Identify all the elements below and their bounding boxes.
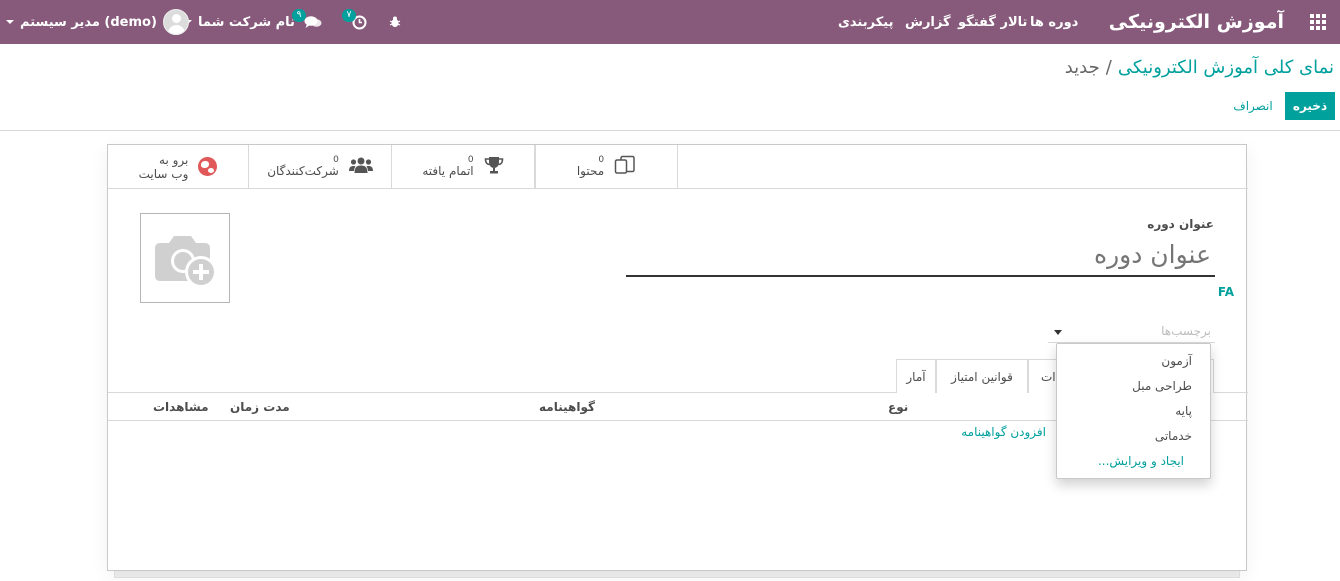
dropdown-create-and-edit[interactable]: ایجاد و ویرایش... (1055, 449, 1210, 474)
top-navbar: آموزش الکترونیکی دوره ها تالار گفتگو گزا… (0, 0, 1340, 44)
tab-karma-rules[interactable]: قوانین امتیاز (936, 359, 1028, 393)
discard-button[interactable]: انصراف (1226, 92, 1280, 120)
completed-stat-button[interactable]: 0 اتمام یافته (392, 145, 535, 188)
col-type[interactable]: نوع (888, 400, 908, 414)
tags-placeholder: برچسب‌ها (1161, 324, 1211, 338)
dropdown-item[interactable]: طراحی مبل (1055, 374, 1210, 399)
col-duration[interactable]: مدت زمان (230, 400, 290, 414)
add-certificate-link[interactable]: افزودن گواهینامه (961, 425, 1046, 439)
caret-down-icon (6, 20, 14, 24)
dropdown-item[interactable]: خدماتی (1055, 424, 1210, 449)
sheet-shadow (114, 571, 1240, 578)
website-label-line2: وب سایت (138, 166, 189, 181)
user-name: مدیر سیستم (demo) (20, 14, 157, 30)
menu-reporting[interactable]: گزارش (905, 0, 951, 44)
globe-icon (198, 157, 218, 176)
bug-icon[interactable] (389, 0, 403, 44)
activities-badge: ۷ (342, 9, 356, 22)
app-brand[interactable]: آموزش الکترونیکی (1109, 0, 1284, 44)
activity-clock-icon[interactable] (352, 0, 374, 44)
menu-forum[interactable]: تالار گفتگو (958, 0, 1027, 44)
camera-plus-icon (155, 236, 217, 288)
dropdown-item[interactable]: پایه (1055, 399, 1210, 424)
content-count: 0 (598, 154, 605, 165)
content-label: محتوا (576, 163, 605, 178)
menu-courses[interactable]: دوره ها (1030, 0, 1078, 44)
col-views[interactable]: مشاهدات (153, 400, 209, 414)
dropdown-item[interactable]: آزمون (1055, 349, 1210, 374)
attendees-count: 0 (333, 154, 339, 165)
attendees-stat-button[interactable]: 0 شرکت‌کنندگان (249, 145, 392, 188)
breadcrumb: نمای کلی آموزش الکترونیکی / جدید (1065, 57, 1334, 78)
save-button[interactable]: ذخیره (1285, 92, 1335, 120)
caret-down-icon[interactable] (1054, 330, 1062, 335)
users-icon (348, 156, 373, 177)
copy-icon (614, 155, 636, 178)
chat-icon[interactable] (304, 0, 324, 44)
website-label-line1: برو به (159, 152, 189, 167)
trophy-icon (484, 156, 504, 177)
attendees-label: شرکت‌کنندگان (267, 163, 339, 178)
course-title-input[interactable] (626, 233, 1215, 277)
user-menu[interactable]: مدیر سیستم (demo) (6, 0, 189, 44)
menu-configuration[interactable]: پیکربندی (838, 0, 893, 44)
completed-label: اتمام یافته (422, 163, 474, 178)
language-button[interactable]: FA (1218, 285, 1234, 299)
breadcrumb-separator: / (1105, 57, 1112, 78)
tags-field[interactable]: برچسب‌ها (1048, 321, 1215, 343)
tags-dropdown-menu: آزمون طراحی مبل پایه خدماتی ایجاد و ویرا… (1056, 343, 1211, 479)
company-switcher[interactable]: نام شرکت شما (184, 0, 295, 44)
stat-button-box: 0 محتوا 0 اتمام یافته 0 شرکت‌کنندگان (108, 145, 1248, 189)
control-panel-divider (0, 130, 1340, 131)
breadcrumb-parent-link[interactable]: نمای کلی آموزش الکترونیکی (1118, 57, 1334, 78)
course-title-label: عنوان دوره (1147, 217, 1214, 231)
completed-count: 0 (467, 154, 474, 165)
breadcrumb-current: جدید (1064, 57, 1100, 78)
company-name: نام شرکت شما (198, 14, 295, 30)
tab-statistics[interactable]: آمار (896, 359, 936, 393)
col-certificate[interactable]: گواهینامه (539, 400, 595, 414)
content-stat-button[interactable]: 0 محتوا (535, 145, 678, 188)
apps-icon[interactable] (1302, 0, 1334, 44)
avatar (162, 9, 189, 35)
go-to-website-button[interactable]: برو به وب سایت (108, 145, 249, 188)
course-image-upload[interactable] (140, 213, 230, 303)
